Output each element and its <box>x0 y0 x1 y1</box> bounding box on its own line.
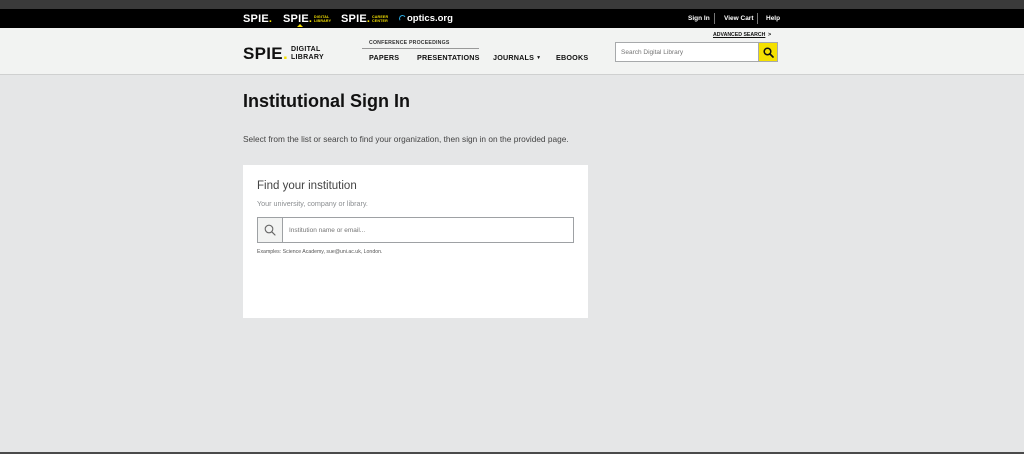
advanced-search-arrow-icon: > <box>768 32 772 38</box>
caret-down-icon: ▼ <box>536 55 542 61</box>
nav-journals-label: JOURNALS <box>493 53 535 62</box>
nav-journals[interactable]: JOURNALS ▼ <box>493 53 541 62</box>
institution-search-input[interactable] <box>284 218 573 242</box>
brand-spie-career-center[interactable]: SPIE. CAREER CENTER <box>341 9 388 28</box>
logo-word-text: SPIE <box>243 44 283 63</box>
institution-search-icon-box <box>258 218 283 242</box>
brand-dot: . <box>366 12 370 25</box>
site-header <box>0 28 1024 75</box>
digital-library-search-input[interactable] <box>615 42 759 62</box>
magnifier-icon <box>264 224 276 236</box>
advanced-search-link[interactable]: ADVANCED SEARCH <box>713 32 765 38</box>
search-button[interactable] <box>758 42 778 62</box>
conference-proceedings-label: CONFERENCE PROCEEDINGS <box>369 40 450 46</box>
brand-sub-line2: LIBRARY <box>313 18 332 23</box>
brand-optics-org[interactable]: optics.org <box>398 9 453 28</box>
brand-digital-library-sub: DIGITAL LIBRARY <box>314 15 331 23</box>
brand-dot: . <box>268 12 272 25</box>
help-link[interactable]: Help <box>766 9 780 28</box>
brand-spie[interactable]: SPIE. <box>243 9 272 28</box>
intro-text: Select from the list or search to find y… <box>243 134 569 144</box>
search-icon <box>762 46 774 58</box>
brand-dot: . <box>308 12 312 25</box>
institution-search-field[interactable] <box>257 217 574 243</box>
nav-papers[interactable]: PAPERS <box>369 53 399 62</box>
logo-dot: . <box>282 44 288 63</box>
search-examples-text: Examples: Science Academy, sue@uni.ac.uk… <box>257 249 383 255</box>
top-network-bar: SPIE. SPIE. DIGITAL LIBRARY SPIE. CAREER… <box>0 9 1024 28</box>
brand-career-center-mark: SPIE <box>341 12 367 25</box>
spie-digital-library-logo[interactable]: SPIE. DIGITAL LIBRARY <box>243 44 324 64</box>
optics-arc-icon <box>398 14 407 23</box>
view-cart-link[interactable]: View Cart <box>724 9 754 28</box>
brand-spie-digital-library[interactable]: SPIE. DIGITAL LIBRARY <box>283 9 331 28</box>
logo-tag-line1: DIGITAL <box>290 46 321 53</box>
conference-proceedings-rule <box>362 48 479 49</box>
logo-word: SPIE. <box>243 44 288 64</box>
brand-digital-library-mark: SPIE <box>283 12 309 25</box>
find-institution-card: Find your institution Your university, c… <box>243 165 588 318</box>
help-link-text[interactable]: Help <box>766 15 780 22</box>
brand-spie-mark: SPIE <box>243 12 269 25</box>
optics-label: optics.org <box>407 13 453 24</box>
logo-tag: DIGITAL LIBRARY <box>291 46 324 62</box>
page-title: Institutional Sign In <box>243 91 410 111</box>
nav-ebooks[interactable]: EBOOKS <box>556 53 588 62</box>
active-site-marker <box>297 24 303 27</box>
card-title: Find your institution <box>257 180 357 192</box>
divider <box>714 13 715 24</box>
view-cart-link-text[interactable]: View Cart <box>724 15 754 22</box>
sign-in-link-text[interactable]: Sign In <box>688 15 710 22</box>
divider <box>757 13 758 24</box>
card-subtitle: Your university, company or library. <box>257 199 368 208</box>
nav-presentations[interactable]: PRESENTATIONS <box>417 53 480 62</box>
logo-tag-line2: LIBRARY <box>290 54 324 61</box>
brand-career-center-sub: CAREER CENTER <box>372 15 388 23</box>
sign-in-link[interactable]: Sign In <box>688 9 710 28</box>
browser-frame-strip <box>0 0 1024 9</box>
brand-sub-line2: CENTER <box>371 18 388 23</box>
